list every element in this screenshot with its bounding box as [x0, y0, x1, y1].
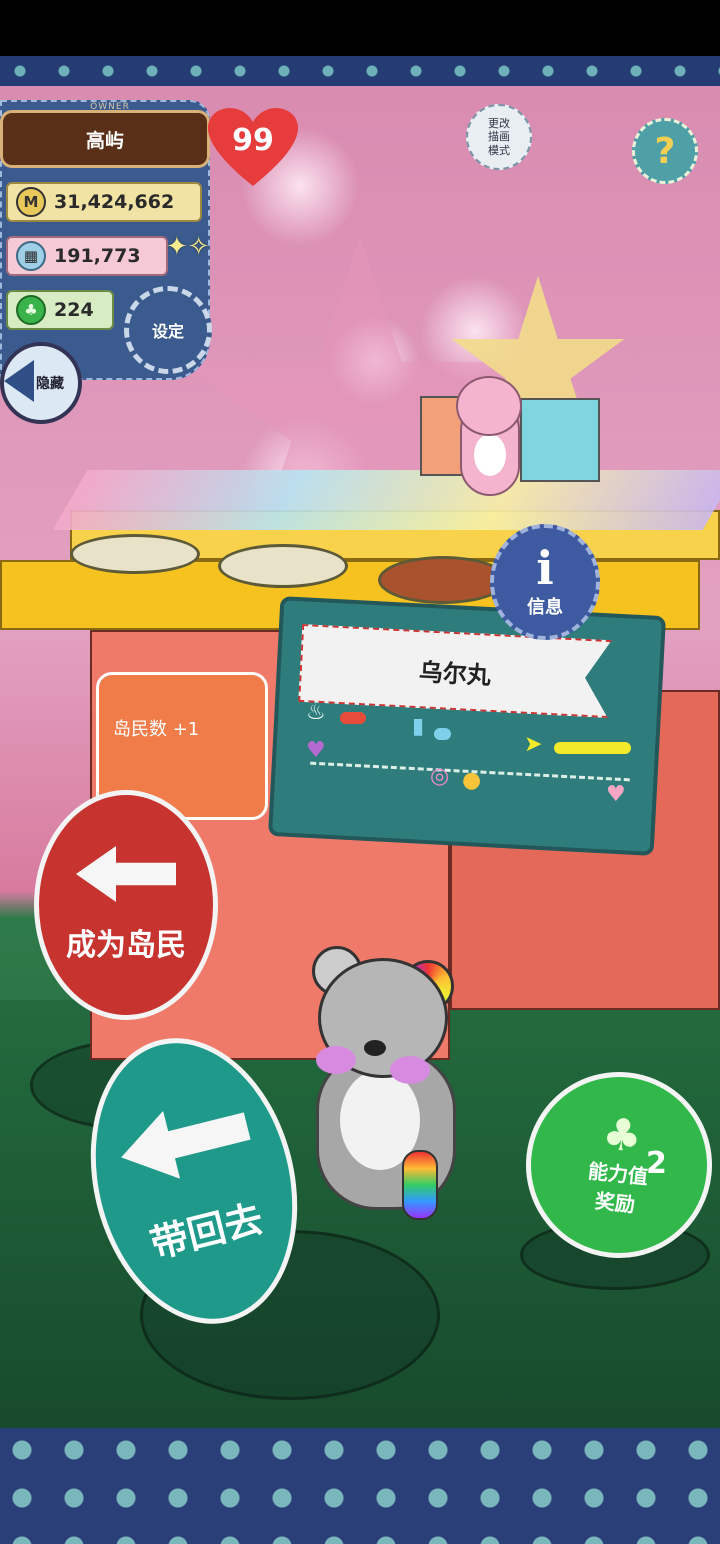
take-back-label: 带回去: [145, 1195, 268, 1267]
reward-label-line2: 奖励: [593, 1188, 637, 1217]
clover-icon: ♣: [16, 295, 46, 325]
arrow-left-icon: [113, 1092, 256, 1191]
settings-button[interactable]: 设定: [124, 286, 212, 374]
arrow-left-icon: [76, 846, 176, 902]
clover-value: 224: [54, 299, 94, 321]
bear-cheek-left: [316, 1046, 356, 1074]
help-button[interactable]: ?: [632, 118, 698, 184]
reward-count: 2: [646, 1146, 667, 1181]
chef-gauge: [340, 712, 366, 724]
book-icon: ▮: [412, 714, 425, 739]
mode-label-line3: 模式: [488, 143, 510, 157]
change-render-mode-button[interactable]: 更改 描画 模式: [466, 104, 532, 170]
level-value: 99: [232, 122, 274, 158]
owner-caption: OWNER: [90, 102, 130, 112]
help-icon: ?: [654, 130, 676, 172]
settings-label: 设定: [151, 322, 184, 341]
candy-icon: ◎: [430, 764, 450, 789]
rainbow-bear-leg: [402, 1150, 438, 1220]
owner-name: 高屿: [85, 129, 124, 152]
coins-stat: M 31,424,662: [6, 182, 202, 222]
character-name-ribbon: 乌尔丸: [298, 624, 612, 718]
prize-floor-tiles: [52, 470, 720, 530]
pig-icon: ●: [462, 768, 482, 793]
goods-stat: ▦ 191,773: [6, 236, 168, 276]
star-border-bottom: [0, 1428, 720, 1544]
mode-label-line2: 描画: [488, 130, 510, 144]
book-gauge: [434, 728, 451, 740]
arrow-gauge: [554, 742, 631, 754]
control-button-up[interactable]: [218, 544, 348, 588]
pink-bear-belly: [474, 434, 506, 476]
control-button-drop[interactable]: [378, 556, 508, 604]
heart-leaf-icon: ♥: [606, 782, 626, 807]
info-label: 信息: [527, 597, 563, 618]
owner-name-tag: 高屿: [0, 110, 210, 168]
star-border-top: [0, 56, 720, 86]
become-resident-label: 成为岛民: [66, 928, 186, 963]
become-resident-button[interactable]: 成为岛民: [34, 790, 218, 1020]
prize-box-cyan: [520, 398, 600, 482]
sparkle-icon: ✦✧: [166, 232, 210, 262]
clover-stat: ♣ 224: [6, 290, 114, 330]
info-icon: i: [536, 541, 554, 595]
info-button[interactable]: i 信息: [490, 524, 600, 640]
goods-value: 191,773: [54, 245, 141, 267]
control-button-left[interactable]: [70, 534, 200, 574]
mode-label-line1: 更改: [488, 117, 510, 131]
chef-hat-icon: ♨: [306, 700, 326, 725]
broken-heart-icon: ♥: [306, 738, 326, 763]
character-name: 乌尔丸: [418, 657, 492, 690]
pink-bear-head: [456, 376, 522, 436]
basket-icon: ▦: [16, 241, 46, 271]
mode-label: 更改 描画 模式: [488, 117, 510, 157]
clover-icon: ♣: [599, 1108, 645, 1164]
bear-nose: [364, 1040, 386, 1056]
bubble-text: 岛民数 +1: [113, 719, 200, 740]
bear-cheek-right: [390, 1056, 430, 1084]
status-bar: [0, 0, 720, 56]
coin-icon: M: [16, 187, 46, 217]
arrow-icon: ➤: [524, 732, 543, 757]
hide-label: 隐藏: [36, 376, 64, 392]
coins-value: 31,424,662: [54, 191, 175, 213]
